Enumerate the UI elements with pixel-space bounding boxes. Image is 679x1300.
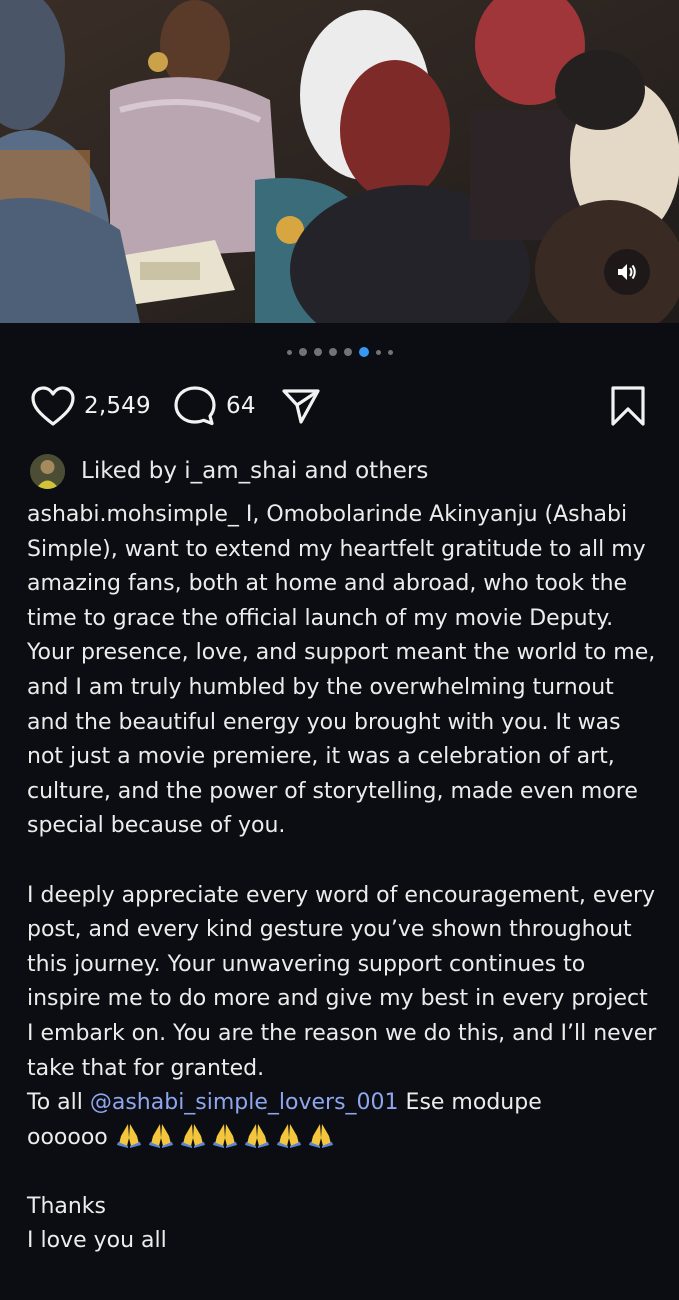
volume-toggle-button[interactable] xyxy=(604,249,650,295)
post-media-photo[interactable] xyxy=(0,0,679,323)
caption-paragraph-1: I, Omobolarinde Akinyanju (Ashabi Simple… xyxy=(27,502,663,839)
carousel-dot-active xyxy=(358,347,369,357)
carousel-dot xyxy=(313,348,322,356)
folded-hands-icon xyxy=(147,1122,175,1148)
save-button[interactable] xyxy=(610,385,646,431)
carousel-dot xyxy=(387,349,393,355)
carousel-dot xyxy=(298,348,307,356)
folded-hands-icon xyxy=(211,1122,239,1148)
caption-to-all-prefix: To all xyxy=(27,1090,90,1116)
like-button[interactable] xyxy=(30,385,76,431)
carousel-dot xyxy=(328,348,337,356)
caption-paragraph-2: I deeply appreciate every word of encour… xyxy=(27,882,664,1081)
folded-hands-icon xyxy=(275,1122,303,1148)
folded-hands-icon xyxy=(179,1122,207,1148)
folded-hands-icon xyxy=(243,1122,271,1148)
carousel-indicator xyxy=(0,345,679,359)
comment-bubble-icon xyxy=(174,386,216,426)
caption-oooooo: oooooo xyxy=(27,1124,108,1150)
speaker-icon xyxy=(618,264,636,280)
folded-hands-icon xyxy=(307,1122,335,1148)
carousel-dot xyxy=(343,348,352,356)
carousel-dot xyxy=(286,349,292,355)
caption-thanks: Thanks xyxy=(27,1193,107,1219)
comments-count[interactable]: 64 xyxy=(226,393,256,419)
liked-by-text: Liked by i_am_shai and others xyxy=(81,458,429,484)
folded-hands-emoji-row xyxy=(115,1122,335,1148)
post-caption: ashabi.mohsimple_ I, Omobolarinde Akinya… xyxy=(27,498,657,1259)
carousel-dot xyxy=(375,349,381,355)
avatar xyxy=(30,453,65,489)
heart-icon xyxy=(31,386,75,426)
liked-by-row[interactable]: Liked by i_am_shai and others xyxy=(30,452,428,490)
folded-hands-icon xyxy=(115,1122,143,1148)
send-icon xyxy=(282,389,320,424)
comment-button[interactable] xyxy=(173,385,217,431)
share-button[interactable] xyxy=(280,385,322,431)
caption-love: I love you all xyxy=(27,1228,167,1254)
caption-mention-link[interactable]: @ashabi_simple_lovers_001 xyxy=(90,1090,399,1115)
caption-to-all-suffix: Ese modupe xyxy=(398,1090,542,1116)
post-action-bar: 2,549 64 xyxy=(30,385,650,429)
bookmark-icon xyxy=(611,386,645,426)
crowd-photo xyxy=(0,0,679,323)
caption-username[interactable]: ashabi.mohsimple_ xyxy=(27,502,239,527)
likes-count[interactable]: 2,549 xyxy=(84,393,151,419)
